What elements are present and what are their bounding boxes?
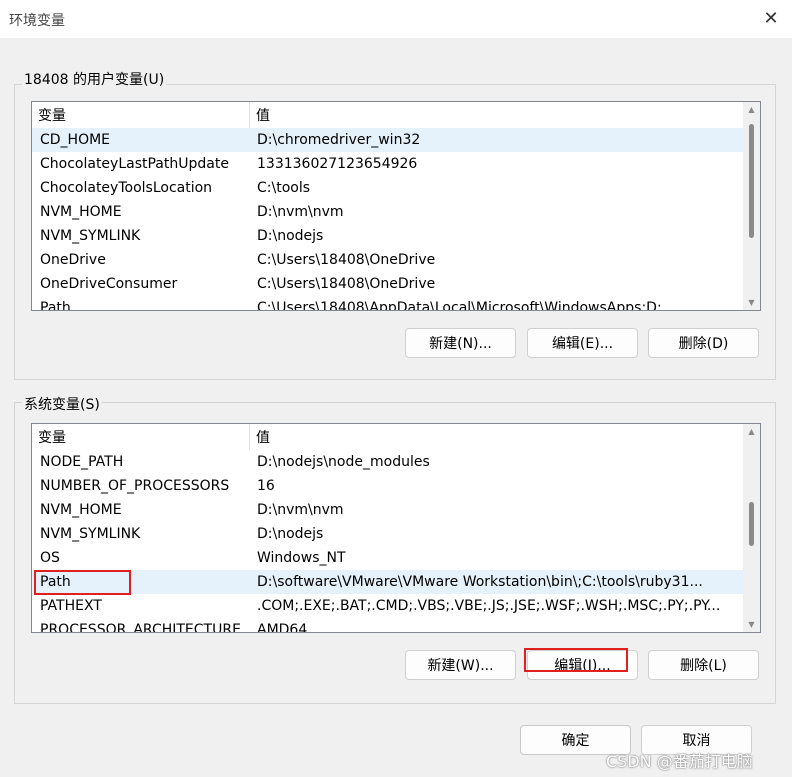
column-header-name[interactable]: 变量 bbox=[32, 102, 250, 128]
variable-name: OneDrive bbox=[40, 252, 106, 268]
system-list-rows: NODE_PATH D:\nodejs\node_modules NUMBER_OF… bbox=[32, 450, 760, 633]
table-row[interactable]: PROCESSOR_ARCHITECTURE AMD64 bbox=[32, 618, 760, 633]
table-row[interactable]: ChocolateyToolsLocation C:\tools bbox=[32, 176, 760, 200]
system-list-scrollbar[interactable]: ▲ ▼ bbox=[743, 424, 760, 632]
variable-value: D:\nodejs bbox=[257, 526, 324, 542]
variable-value: C:\tools bbox=[257, 180, 311, 196]
user-new-button[interactable]: 新建(N)... bbox=[405, 328, 516, 358]
variable-value: .COM;.EXE;.BAT;.CMD;.VBS;.VBE;.JS;.JSE;.… bbox=[257, 598, 721, 614]
user-list-scrollbar[interactable]: ▲ ▼ bbox=[743, 102, 760, 310]
window-title: 环境变量 bbox=[9, 13, 65, 29]
variable-name: ChocolateyLastPathUpdate bbox=[40, 156, 229, 172]
variable-name: NVM_HOME bbox=[40, 204, 122, 220]
user-variables-label: 18408 的用户变量(U) bbox=[22, 69, 167, 89]
scroll-thumb[interactable] bbox=[749, 124, 754, 238]
scroll-down-icon[interactable]: ▼ bbox=[746, 297, 757, 308]
variable-name: Path bbox=[40, 300, 71, 311]
close-icon[interactable]: ✕ bbox=[760, 8, 782, 30]
variable-name: NUMBER_OF_PROCESSORS bbox=[40, 478, 230, 494]
variable-name: OneDriveConsumer bbox=[40, 276, 178, 292]
user-delete-button[interactable]: 删除(D) bbox=[648, 328, 759, 358]
column-header-value[interactable]: 值 bbox=[250, 424, 743, 450]
variable-name: NVM_SYMLINK bbox=[40, 228, 141, 244]
system-variables-list[interactable]: 变量 值 NODE_PATH D:\nodejs\node_modules NUMB… bbox=[31, 423, 761, 633]
title-bar: 环境变量 ✕ bbox=[0, 0, 792, 38]
table-row[interactable]: ChocolateyLastPathUpdate 1331360271236549… bbox=[32, 152, 760, 176]
variable-value: 133136027123654926 bbox=[257, 156, 418, 172]
variable-value: D:\nvm\nvm bbox=[257, 502, 344, 518]
table-row[interactable]: NVM_HOME D:\nvm\nvm bbox=[32, 200, 760, 224]
variable-value: C:\Users\18408\OneDrive bbox=[257, 252, 436, 268]
system-new-button[interactable]: 新建(W)... bbox=[405, 650, 516, 680]
scroll-up-icon[interactable]: ▲ bbox=[746, 104, 757, 115]
variable-name: ChocolateyToolsLocation bbox=[40, 180, 213, 196]
variable-value: C:\Users\18408\AppData\Local\Microsoft\W… bbox=[257, 300, 676, 311]
variable-value: D:\software\VMware\VMware Workstation\bi… bbox=[257, 574, 703, 590]
system-edit-button[interactable]: 编辑(I)... bbox=[527, 650, 638, 680]
environment-variables-dialog: 环境变量 ✕ 18408 的用户变量(U) 变量 值 CD_HOME D:\chr… bbox=[0, 0, 792, 777]
variable-name: NODE_PATH bbox=[40, 454, 124, 470]
system-delete-button[interactable]: 删除(L) bbox=[648, 650, 759, 680]
table-row[interactable]: OS Windows_NT bbox=[32, 546, 760, 570]
user-list-header: 变量 值 bbox=[32, 102, 760, 128]
watermark: CSDN @番茄打电脑 bbox=[606, 752, 753, 771]
table-row[interactable]: Path C:\Users\18408\AppData\Local\Microso… bbox=[32, 296, 760, 311]
scroll-down-icon[interactable]: ▼ bbox=[746, 619, 757, 630]
variable-name: PROCESSOR_ARCHITECTURE bbox=[40, 622, 241, 633]
system-list-header: 变量 值 bbox=[32, 424, 760, 450]
table-row[interactable]: Path D:\software\VMware\VMware Workstatio… bbox=[32, 570, 760, 594]
scroll-thumb[interactable] bbox=[749, 502, 754, 546]
variable-value: C:\Users\18408\OneDrive bbox=[257, 276, 436, 292]
variable-value: D:\chromedriver_win32 bbox=[257, 132, 421, 148]
table-row[interactable]: NVM_SYMLINK D:\nodejs bbox=[32, 522, 760, 546]
table-row[interactable]: NVM_SYMLINK D:\nodejs bbox=[32, 224, 760, 248]
variable-name: NVM_HOME bbox=[40, 502, 122, 518]
variable-value: D:\nodejs bbox=[257, 228, 324, 244]
table-row[interactable]: NVM_HOME D:\nvm\nvm bbox=[32, 498, 760, 522]
table-row[interactable]: OneDriveConsumer C:\Users\18408\OneDrive bbox=[32, 272, 760, 296]
variable-value: AMD64 bbox=[257, 622, 308, 633]
user-list-rows: CD_HOME D:\chromedriver_win32 ChocolateyLa… bbox=[32, 128, 760, 311]
table-row[interactable]: OneDrive C:\Users\18408\OneDrive bbox=[32, 248, 760, 272]
column-header-name[interactable]: 变量 bbox=[32, 424, 250, 450]
variable-name: NVM_SYMLINK bbox=[40, 526, 141, 542]
table-row[interactable]: NODE_PATH D:\nodejs\node_modules bbox=[32, 450, 760, 474]
table-row[interactable]: PATHEXT .COM;.EXE;.BAT;.CMD;.VBS;.VBE;.JS… bbox=[32, 594, 760, 618]
variable-name: PATHEXT bbox=[40, 598, 102, 614]
column-header-value[interactable]: 值 bbox=[250, 102, 743, 128]
variable-name: CD_HOME bbox=[40, 132, 111, 148]
variable-value: D:\nvm\nvm bbox=[257, 204, 344, 220]
user-edit-button[interactable]: 编辑(E)... bbox=[527, 328, 638, 358]
user-variables-list[interactable]: 变量 值 CD_HOME D:\chromedriver_win32 Chocola… bbox=[31, 101, 761, 311]
variable-name: Path bbox=[40, 574, 71, 590]
variable-name: OS bbox=[40, 550, 60, 566]
scroll-up-icon[interactable]: ▲ bbox=[746, 426, 757, 437]
system-variables-label: 系统变量(S) bbox=[22, 394, 102, 414]
variable-value: Windows_NT bbox=[257, 550, 346, 566]
variable-value: 16 bbox=[257, 478, 275, 494]
variable-value: D:\nodejs\node_modules bbox=[257, 454, 430, 470]
table-row[interactable]: NUMBER_OF_PROCESSORS 16 bbox=[32, 474, 760, 498]
table-row[interactable]: CD_HOME D:\chromedriver_win32 bbox=[32, 128, 760, 152]
